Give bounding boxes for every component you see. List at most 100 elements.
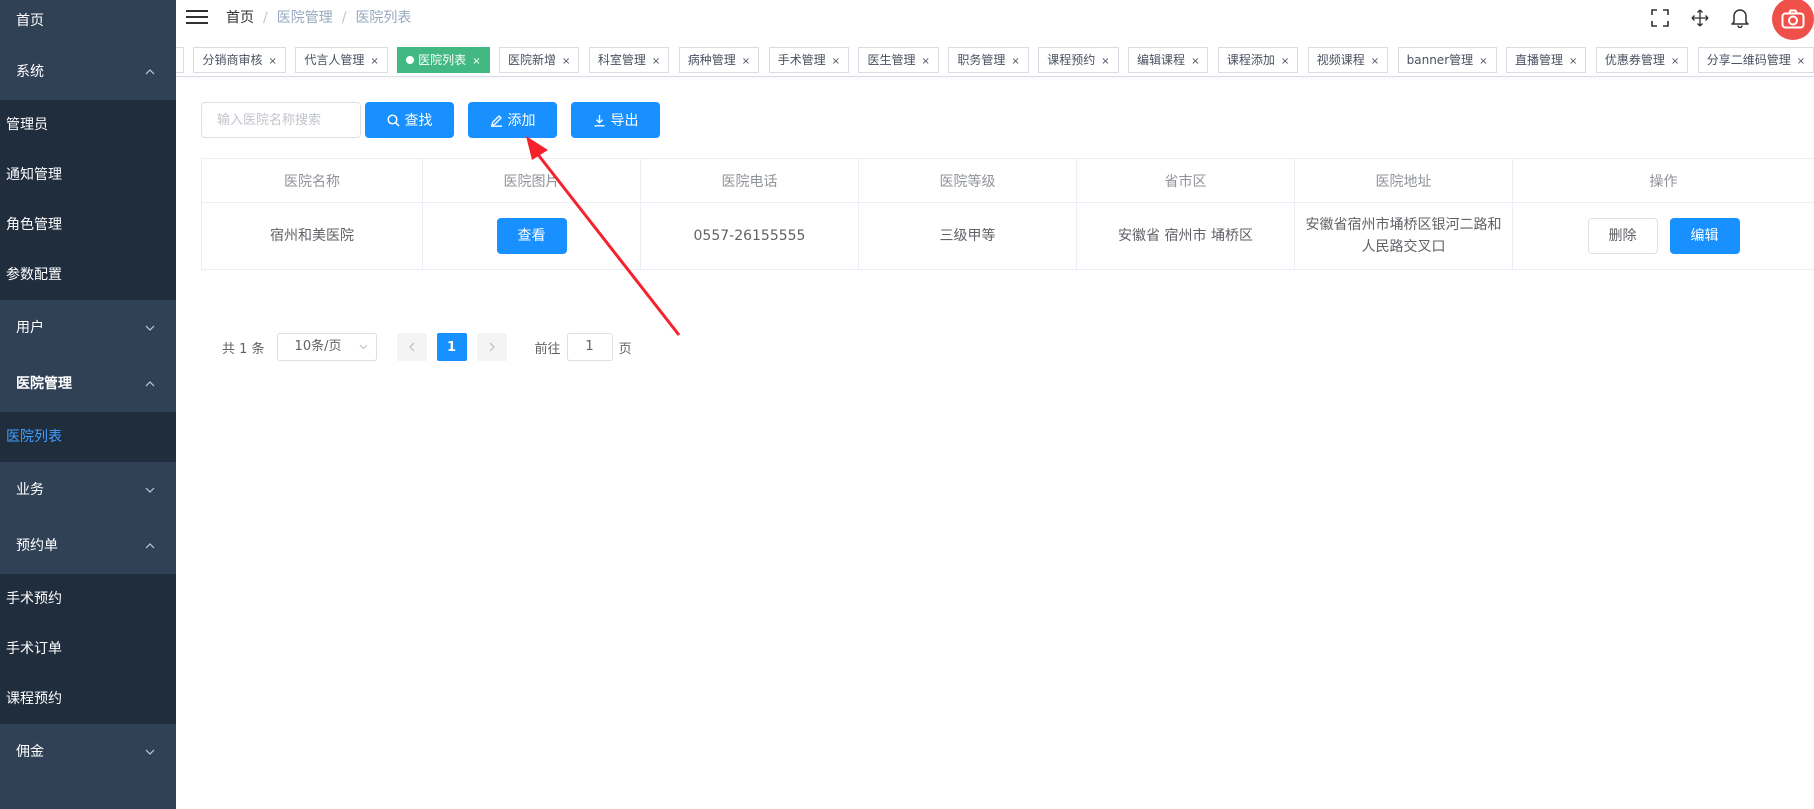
tag-banner[interactable]: banner管理 × <box>1397 47 1497 73</box>
hospital-search-input[interactable] <box>201 102 361 138</box>
tag-live[interactable]: 直播管理 × <box>1505 47 1587 73</box>
breadcrumb-home[interactable]: 首页 <box>226 10 254 26</box>
sidebar-item-label: 手术订单 <box>6 641 62 657</box>
tag-distributor-review[interactable]: 分销商审核 × <box>193 47 286 73</box>
tag-hospital-list[interactable]: 医院列表 × <box>397 47 490 73</box>
sidebar-item-roles[interactable]: 角色管理 <box>0 200 176 250</box>
close-icon[interactable]: × <box>1191 56 1199 67</box>
delete-button[interactable]: 删除 <box>1587 218 1658 254</box>
close-icon[interactable]: × <box>1101 56 1109 67</box>
move-icon[interactable] <box>1688 6 1712 30</box>
pagination: 共 1 条 10条/页 1 前往 1 页 <box>222 332 632 362</box>
close-icon[interactable]: × <box>742 56 750 67</box>
sidebar-item-label: 管理员 <box>6 117 48 133</box>
hamburger-menu-icon[interactable] <box>186 6 208 28</box>
camera-icon <box>1781 9 1805 29</box>
edit-icon <box>490 114 502 127</box>
sidebar-item-params[interactable]: 参数配置 <box>0 250 176 300</box>
search-button-label: 查找 <box>404 113 433 129</box>
sidebar-item-home[interactable]: 首页 <box>0 0 176 44</box>
close-icon[interactable]: × <box>1797 56 1805 67</box>
add-hospital-button[interactable]: 添加 <box>468 102 557 138</box>
page-size-value: 10条/页 <box>294 339 342 354</box>
sidebar-item-admin[interactable]: 管理员 <box>0 100 176 150</box>
column-header-phone: 医院电话 <box>640 158 859 203</box>
next-page-button[interactable] <box>476 333 507 361</box>
breadcrumb-hospital-list: 医院列表 <box>355 10 412 26</box>
tag-hospital-add[interactable]: 医院新增 × <box>499 47 580 73</box>
sidebar-item-label: 用户 <box>16 320 44 336</box>
tag-surgery[interactable]: 手术管理 × <box>768 47 850 73</box>
sidebar-group-hospital[interactable]: 医院管理 <box>0 356 176 412</box>
cell-hospital-image: 查看 <box>422 202 641 270</box>
sidebar-item-hospital-list[interactable]: 医院列表 <box>0 412 176 462</box>
close-icon[interactable]: × <box>1011 56 1019 67</box>
sidebar-item-surgery-order[interactable]: 手术订单 <box>0 624 176 674</box>
sidebar-item-label: 医院管理 <box>16 376 72 392</box>
prev-page-button[interactable] <box>396 333 427 361</box>
chevron-left-icon <box>408 342 415 352</box>
sidebar-item-notifications[interactable]: 通知管理 <box>0 150 176 200</box>
sidebar-group-system[interactable]: 系统 <box>0 44 176 100</box>
tag-video-course[interactable]: 视频课程 × <box>1307 47 1389 73</box>
close-icon[interactable]: × <box>1671 56 1679 67</box>
avatar[interactable] <box>1772 0 1814 40</box>
column-header-address: 医院地址 <box>1294 158 1513 203</box>
tag-position[interactable]: 职务管理 × <box>948 47 1029 73</box>
chevron-down-icon <box>144 724 156 780</box>
page-number-current[interactable]: 1 <box>436 333 467 361</box>
page-size-select[interactable]: 10条/页 <box>276 333 377 361</box>
sidebar-item-surgery-appointment[interactable]: 手术预约 <box>0 574 176 624</box>
sidebar-group-business[interactable]: 业务 <box>0 462 176 518</box>
tag-doctor[interactable]: 医生管理 × <box>858 47 939 73</box>
export-button[interactable]: 导出 <box>571 102 660 138</box>
search-icon <box>386 113 400 127</box>
close-icon[interactable]: × <box>652 56 660 67</box>
cell-hospital-level: 三级甲等 <box>858 202 1077 270</box>
close-icon[interactable]: × <box>921 56 929 67</box>
app-root: 首页 系统 管理员 通知管理 角色管理 参数配置 用户 医院管理 医院列表 业务… <box>0 0 1814 809</box>
close-icon[interactable]: × <box>268 56 276 67</box>
sidebar-group-commission[interactable]: 佣金 <box>0 724 176 780</box>
close-icon[interactable]: × <box>370 56 378 67</box>
chevron-down-icon <box>359 334 368 370</box>
view-image-button[interactable]: 查看 <box>496 218 567 254</box>
tag-spokesperson[interactable]: 代言人管理 × <box>295 47 388 73</box>
close-icon[interactable]: × <box>832 56 840 67</box>
search-button[interactable]: 查找 <box>365 102 454 138</box>
sidebar-item-course-appointment[interactable]: 课程预约 <box>0 674 176 724</box>
tag-edit-course[interactable]: 编辑课程 × <box>1128 47 1209 73</box>
close-icon[interactable]: × <box>1281 56 1289 67</box>
tag-disease[interactable]: 病种管理 × <box>678 47 760 73</box>
tag-coupon[interactable]: 优惠券管理 × <box>1595 47 1689 73</box>
pagination-total: 共 1 条 <box>222 341 265 357</box>
bell-icon[interactable] <box>1728 6 1752 30</box>
sidebar: 首页 系统 管理员 通知管理 角色管理 参数配置 用户 医院管理 医院列表 业务… <box>0 0 176 809</box>
sidebar-group-users[interactable]: 用户 <box>0 300 176 356</box>
tags-divider <box>176 76 1814 77</box>
tag-course-appointment[interactable]: 课程预约 × <box>1038 47 1119 73</box>
column-header-region: 省市区 <box>1076 158 1295 203</box>
tag-share-qrcode[interactable]: 分享二维码管理 × <box>1697 47 1814 73</box>
hospital-table: 医院名称 医院图片 医院电话 医院等级 省市区 医院地址 操作 宿州和美医院 查… <box>201 158 1814 270</box>
chevron-right-icon <box>489 342 495 352</box>
download-icon <box>594 114 604 126</box>
goto-page-input[interactable]: 1 <box>566 333 613 361</box>
sidebar-group-appointments[interactable]: 预约单 <box>0 518 176 574</box>
close-icon[interactable]: × <box>1479 56 1487 67</box>
chevron-up-icon <box>144 518 156 574</box>
tag-partial[interactable] <box>176 47 184 73</box>
close-icon[interactable]: × <box>1371 56 1379 67</box>
tag-department[interactable]: 科室管理 × <box>588 47 670 73</box>
tag-add-course[interactable]: 课程添加 × <box>1217 47 1299 73</box>
close-icon[interactable]: × <box>1569 56 1577 67</box>
close-icon[interactable]: × <box>472 56 480 67</box>
edit-button[interactable]: 编辑 <box>1669 218 1740 254</box>
sidebar-item-label: 医院列表 <box>6 429 62 445</box>
chevron-down-icon <box>144 462 156 518</box>
fullscreen-icon[interactable] <box>1648 6 1672 30</box>
close-icon[interactable]: × <box>562 56 570 67</box>
navbar: 首页 / 医院管理 / 医院列表 <box>176 0 1814 40</box>
active-dot-icon <box>406 55 415 64</box>
chevron-down-icon <box>144 300 156 356</box>
